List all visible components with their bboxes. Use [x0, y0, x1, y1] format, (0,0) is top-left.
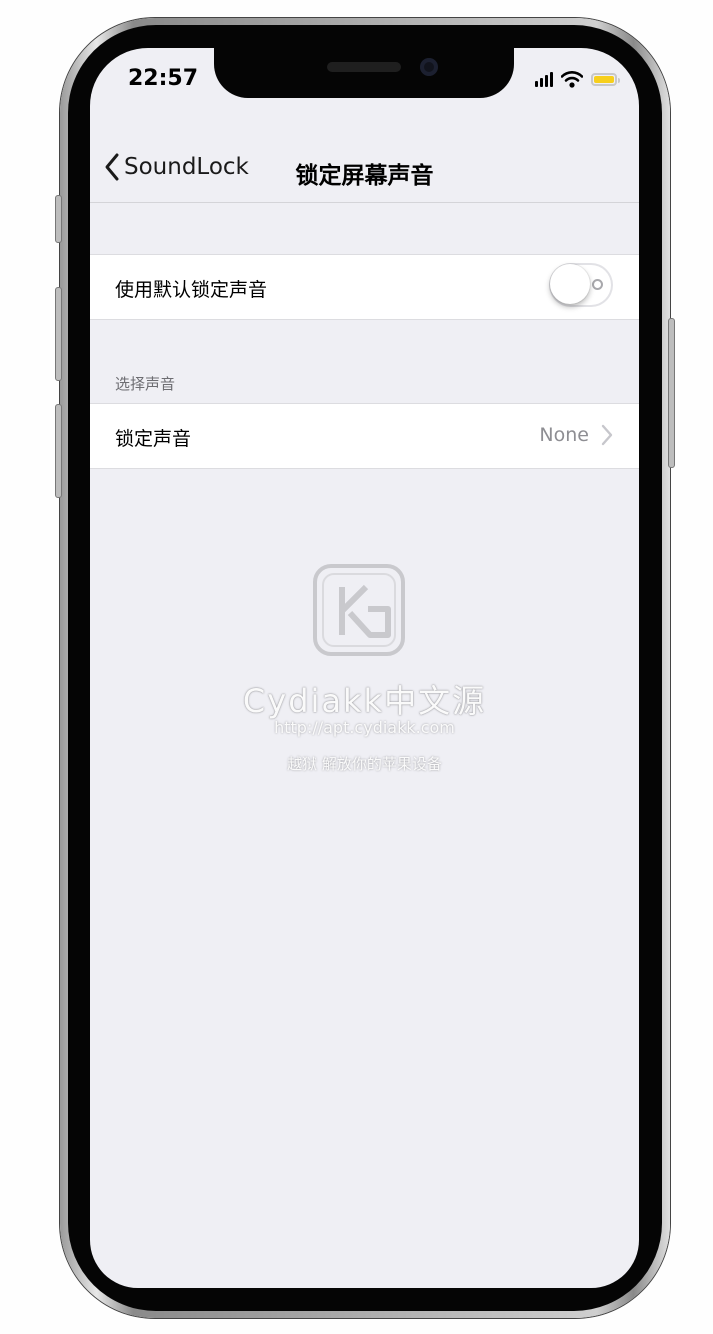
- status-icons: [535, 68, 620, 90]
- side-button: [668, 318, 675, 468]
- battery-cap: [618, 77, 620, 83]
- lock-sound-row[interactable]: 锁定声音 None: [90, 403, 639, 469]
- screen: 22:57 SoundLock 锁定屏幕声音 使用默认锁定声音 选择声音 锁定声…: [90, 48, 639, 1288]
- default-sound-label: 使用默认锁定声音: [115, 279, 268, 301]
- volume-down-button: [55, 404, 62, 498]
- default-sound-toggle[interactable]: [549, 263, 613, 307]
- battery-icon: [591, 72, 620, 86]
- notch: [214, 48, 514, 98]
- battery-level: [594, 75, 614, 83]
- volume-up-button: [55, 287, 62, 381]
- earpiece-speaker: [327, 62, 401, 72]
- watermark-slogan: 越狱 解放你的苹果设备: [287, 755, 442, 773]
- silent-switch: [55, 195, 62, 243]
- watermark-brand: Cydiakk中文源: [242, 682, 487, 720]
- status-time: 22:57: [128, 66, 199, 91]
- lock-sound-value: None: [539, 424, 589, 446]
- front-camera: [420, 58, 438, 76]
- default-sound-row: 使用默认锁定声音: [90, 254, 639, 320]
- toggle-knob: [550, 264, 590, 304]
- page-title: 锁定屏幕声音: [295, 163, 434, 189]
- lock-sound-label: 锁定声音: [115, 428, 192, 450]
- cellular-signal-icon: [535, 71, 553, 87]
- chevron-right-icon: [601, 424, 613, 446]
- navigation-bar: SoundLock 锁定屏幕声音: [90, 146, 639, 203]
- wifi-icon: [561, 70, 583, 88]
- watermark-logo: [313, 564, 405, 656]
- section-header: 选择声音: [115, 375, 176, 393]
- toggle-off-indicator-icon: [592, 279, 603, 290]
- watermark-url: http://apt.cydiakk.com: [274, 718, 455, 737]
